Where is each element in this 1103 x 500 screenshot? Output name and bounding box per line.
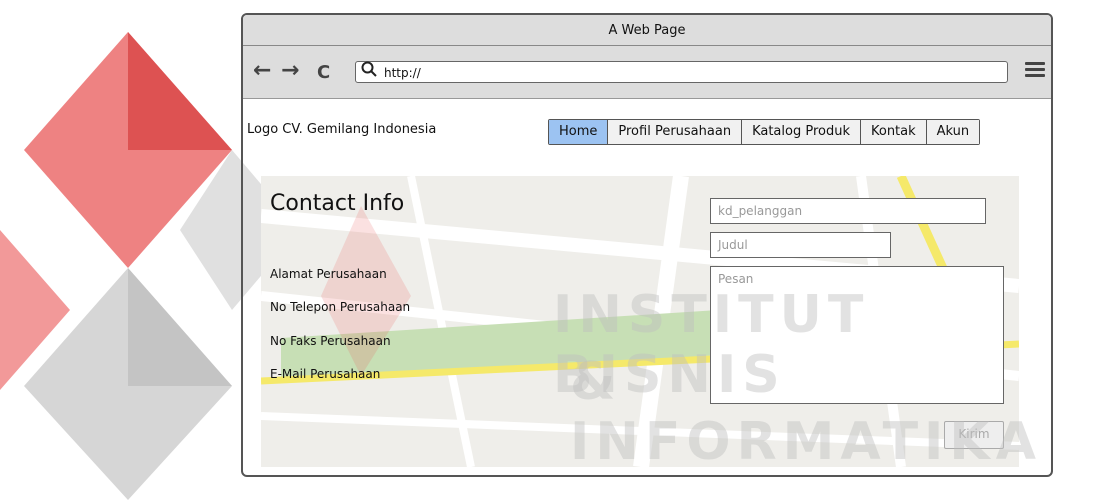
kd-pelanggan-input[interactable]: kd_pelanggan — [710, 198, 986, 224]
menu-icon[interactable] — [1025, 62, 1045, 78]
company-logo: Logo CV. Gemilang Indonesia — [247, 122, 437, 137]
url-input[interactable]: http:// — [355, 61, 1008, 83]
nav-profil-perusahaan[interactable]: Profil Perusahaan — [608, 120, 743, 144]
back-icon[interactable]: ← — [253, 60, 271, 82]
search-icon — [361, 61, 377, 83]
contact-title: Contact Info — [270, 191, 405, 216]
contact-address: Alamat Perusahaan — [270, 267, 387, 281]
reload-icon[interactable]: C — [317, 62, 330, 84]
contact-email: E-Mail Perusahaan — [270, 367, 381, 381]
nav-kontak[interactable]: Kontak — [860, 120, 927, 144]
forward-icon[interactable]: → — [281, 60, 299, 82]
nav-katalog-produk[interactable]: Katalog Produk — [742, 120, 861, 144]
contact-fax: No Faks Perusahaan — [270, 334, 391, 348]
window-title: A Web Page — [243, 15, 1051, 46]
watermark-line2: & INFORMATIKA — [570, 352, 1042, 472]
nav-home[interactable]: Home — [549, 120, 609, 144]
judul-input[interactable]: Judul — [710, 232, 891, 258]
contact-phone: No Telepon Perusahaan — [270, 300, 411, 314]
nav-akun[interactable]: Akun — [926, 120, 980, 144]
browser-toolbar: ← → C http:// — [243, 46, 1051, 99]
nav-tabs: Home Profil Perusahaan Katalog Produk Ko… — [548, 119, 981, 145]
